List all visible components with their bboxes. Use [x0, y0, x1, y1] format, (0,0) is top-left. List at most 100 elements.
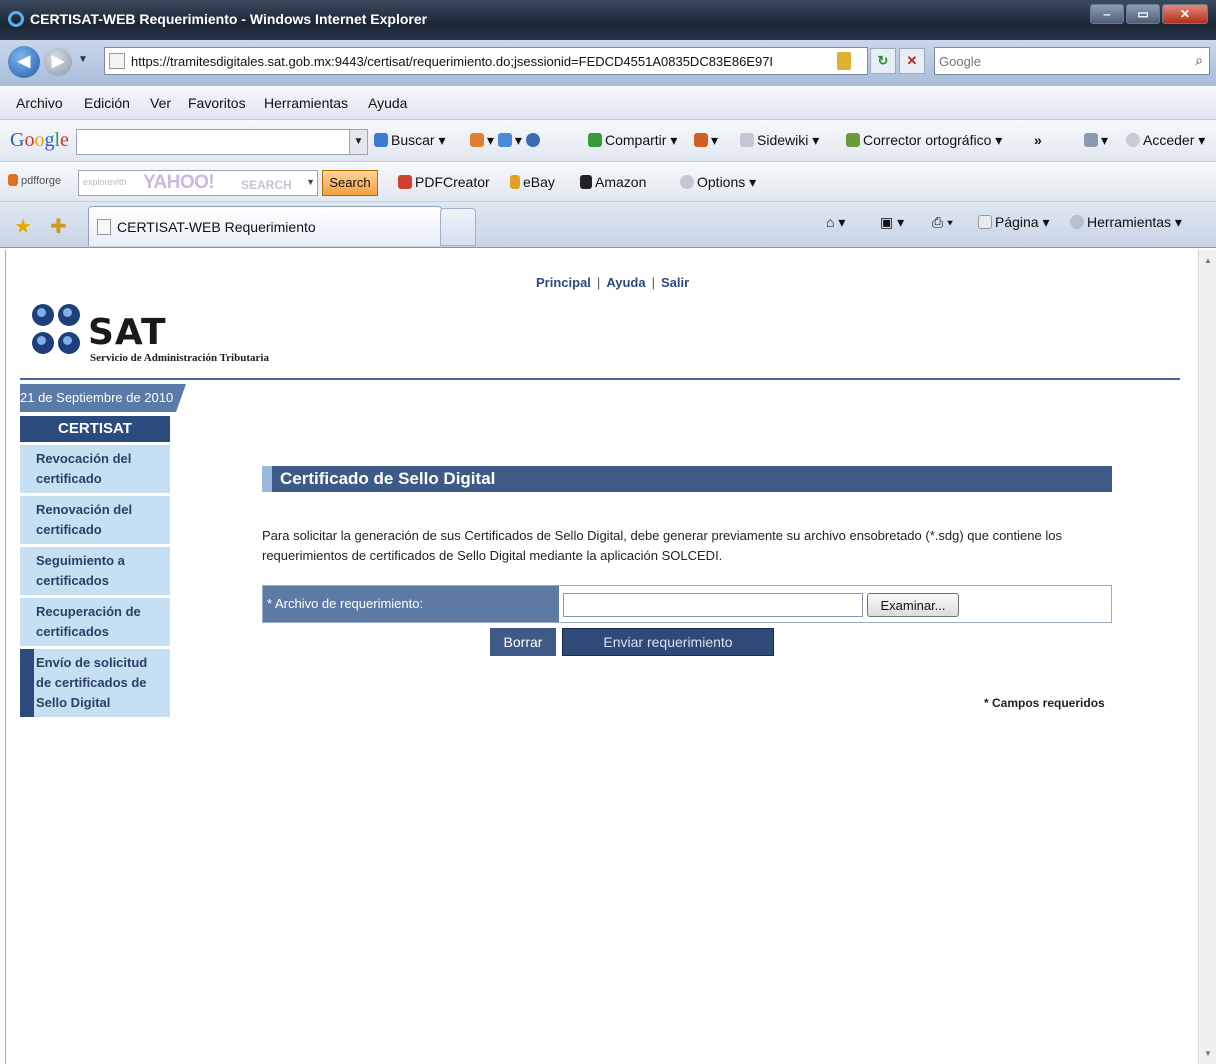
- gear-icon: [680, 175, 694, 189]
- history-dropdown-icon[interactable]: ▼: [78, 54, 88, 65]
- tab-certisat[interactable]: CERTISAT-WEB Requerimiento: [88, 206, 442, 246]
- sidebar-item-revocacion[interactable]: Revocación del certificado: [20, 445, 170, 493]
- ebay-button[interactable]: eBay: [510, 174, 555, 190]
- required-fields-note: * Campos requeridos: [984, 696, 1105, 710]
- wrench-icon: [1084, 133, 1098, 147]
- sidebar-item-envio-solicitud[interactable]: Envío de solicitud de certificados de Se…: [20, 649, 170, 717]
- ebay-icon: [510, 175, 520, 189]
- browse-button[interactable]: Examinar...: [867, 593, 959, 617]
- pdfcreator-button[interactable]: PDFCreator: [398, 174, 490, 190]
- google-logo: Google: [10, 129, 69, 151]
- page-icon: [109, 53, 125, 69]
- menu-edicion[interactable]: Edición: [84, 95, 130, 111]
- sidewiki-button[interactable]: Sidewiki ▾: [740, 132, 819, 149]
- yahoo-search-input[interactable]: explorevith YAHOO! SEARCH ▼: [78, 170, 318, 196]
- google-toolbar: Google ▼ Buscar ▾ ▾ ▾ Compartir ▾ ▾ Side…: [0, 120, 1216, 162]
- scroll-down-icon[interactable]: ▼: [1204, 1049, 1212, 1058]
- amazon-icon: [580, 175, 592, 189]
- window-title-bar: CERTISAT-WEB Requerimiento - Windows Int…: [0, 0, 1216, 40]
- date-bar: 21 de Septiembre de 2010: [20, 384, 186, 412]
- stop-icon[interactable]: ✕: [899, 48, 925, 74]
- maximize-button[interactable]: ▭: [1126, 4, 1160, 24]
- page-content: Principal | Ayuda | Salir SAT Servicio de Ad…: [5, 250, 1198, 1064]
- reset-button[interactable]: Borrar: [490, 628, 556, 656]
- link-principal[interactable]: Principal: [536, 275, 591, 290]
- feeds-button[interactable]: ▣ ▾: [880, 214, 904, 231]
- spellcheck-icon: [846, 133, 860, 147]
- minimize-button[interactable]: ‒: [1090, 4, 1124, 24]
- menu-herramientas[interactable]: Herramientas: [264, 95, 348, 111]
- address-bar-row: ◀ ▶ ▼ https://tramitesdigitales.sat.gob.…: [0, 40, 1216, 86]
- forward-button[interactable]: ▶: [44, 48, 72, 76]
- buscar-button[interactable]: Buscar ▾: [374, 132, 446, 149]
- compartir-button[interactable]: Compartir ▾: [588, 132, 677, 149]
- bookmark-icon: [470, 133, 484, 147]
- acceder-button[interactable]: Acceder ▾: [1126, 132, 1205, 149]
- window-title: CERTISAT-WEB Requerimiento - Windows Int…: [30, 11, 428, 27]
- menu-bar: Archivo Edición Ver Favoritos Herramient…: [0, 86, 1216, 120]
- gear-icon: [1070, 215, 1084, 229]
- sidebar-item-recuperacion[interactable]: Recuperación de certificados: [20, 598, 170, 646]
- corrector-button[interactable]: Corrector ortográfico ▾: [846, 132, 1002, 149]
- window-controls: ‒ ▭ ✕: [1090, 4, 1208, 24]
- sat-logo-icon: [32, 300, 82, 360]
- sidebar-heading: CERTISAT: [20, 416, 170, 442]
- sat-logo-subtitle: Servicio de Administración Tributaria: [90, 352, 269, 364]
- browser-search-input[interactable]: [939, 49, 1159, 73]
- menu-ayuda[interactable]: Ayuda: [368, 95, 407, 111]
- toolbar-icons[interactable]: ▾ ▾: [470, 132, 543, 149]
- browser-search-box[interactable]: ⌕: [934, 47, 1210, 75]
- globe-icon: [525, 133, 540, 147]
- file-upload-row: * Archivo de requerimiento: Examinar...: [262, 585, 1112, 623]
- amazon-button[interactable]: Amazon: [580, 174, 646, 190]
- pagina-menu[interactable]: Página ▾: [978, 214, 1050, 231]
- user-icon: [1126, 133, 1140, 147]
- pdfforge-icon: [8, 174, 18, 186]
- share-icon: [588, 133, 602, 147]
- page-icon: [97, 219, 111, 235]
- plus-icon: [497, 133, 512, 147]
- ie-icon: [8, 11, 24, 27]
- menu-archivo[interactable]: Archivo: [16, 95, 63, 111]
- sidebar: CERTISAT Revocación del certificado Reno…: [20, 416, 170, 720]
- scroll-up-icon[interactable]: ▲: [1204, 256, 1212, 265]
- vertical-scrollbar[interactable]: ▲ ▼: [1198, 250, 1216, 1064]
- home-button[interactable]: ⌂ ▾: [826, 214, 845, 231]
- print-button[interactable]: ⎙ ▾: [932, 214, 953, 231]
- top-links: Principal | Ayuda | Salir: [536, 275, 690, 290]
- header-divider: [20, 378, 1180, 380]
- back-button[interactable]: ◀: [8, 46, 40, 78]
- tab-bar: ★ ✚ CERTISAT-WEB Requerimiento ⌂ ▾ ▣ ▾ ⎙…: [0, 202, 1216, 248]
- lock-icon[interactable]: [837, 52, 851, 70]
- google-search-input[interactable]: ▼: [76, 129, 368, 155]
- chevron-down-icon[interactable]: ▼: [349, 130, 367, 154]
- search-icon[interactable]: ⌕: [1195, 52, 1203, 69]
- yahoo-search-button[interactable]: Search: [322, 170, 378, 196]
- url-field[interactable]: https://tramitesdigitales.sat.gob.mx:944…: [104, 47, 868, 75]
- sidebar-item-seguimiento[interactable]: Seguimiento a certificados: [20, 547, 170, 595]
- new-tab-button[interactable]: [440, 208, 476, 246]
- sat-logo-text: SAT: [88, 312, 167, 353]
- herramientas-menu[interactable]: Herramientas ▾: [1070, 214, 1182, 231]
- close-button[interactable]: ✕: [1162, 4, 1208, 24]
- submit-button[interactable]: Enviar requerimiento: [562, 628, 774, 656]
- description-text: Para solicitar la generación de sus Cert…: [262, 528, 1062, 563]
- sidebar-item-renovacion[interactable]: Renovación del certificado: [20, 496, 170, 544]
- link-ayuda[interactable]: Ayuda: [606, 275, 645, 290]
- file-label: * Archivo de requerimiento:: [263, 586, 559, 622]
- add-favorites-icon[interactable]: ✚: [50, 214, 67, 239]
- menu-favoritos[interactable]: Favoritos: [188, 95, 246, 111]
- menu-ver[interactable]: Ver: [150, 95, 171, 111]
- wrench-button[interactable]: ▾: [1084, 132, 1108, 149]
- options-button[interactable]: Options ▾: [680, 174, 756, 191]
- file-path-input[interactable]: [563, 593, 863, 617]
- favorites-star-icon[interactable]: ★: [14, 214, 32, 239]
- chevron-down-icon[interactable]: ▼: [306, 177, 315, 187]
- sidewiki-icon: [740, 133, 754, 147]
- more-button[interactable]: »: [1034, 132, 1042, 148]
- refresh-icon[interactable]: ↻: [870, 48, 896, 74]
- link-salir[interactable]: Salir: [661, 275, 689, 290]
- panel-title: Certificado de Sello Digital: [262, 466, 1112, 492]
- url-text[interactable]: https://tramitesdigitales.sat.gob.mx:944…: [131, 54, 773, 69]
- translate-button[interactable]: ▾: [694, 132, 718, 149]
